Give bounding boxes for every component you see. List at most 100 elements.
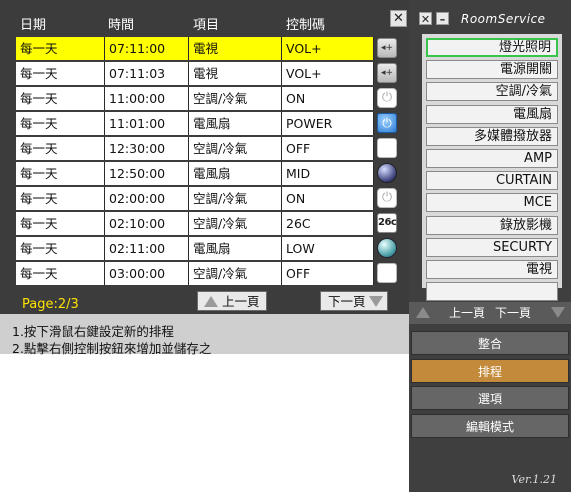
cell-code: VOL+ bbox=[282, 37, 374, 60]
device-next-button[interactable]: 下一頁 bbox=[490, 302, 571, 324]
menu-button[interactable]: 整合 bbox=[411, 331, 569, 355]
device-button[interactable]: 多媒體撥放器 bbox=[426, 126, 558, 146]
cell-item: 空調/冷氣 bbox=[189, 212, 282, 235]
minimize-icon[interactable]: – bbox=[436, 12, 449, 26]
room-service-titlebar: ✕ – RoomService bbox=[409, 10, 571, 30]
power-icon: ⏻ bbox=[377, 188, 397, 208]
cell-time: 02:00:00 bbox=[105, 187, 189, 210]
menu-button[interactable]: 排程 bbox=[411, 358, 569, 383]
cell-item: 空調/冷氣 bbox=[189, 87, 282, 110]
vol-icon: ◂+ bbox=[377, 63, 397, 83]
header-time: 時間 bbox=[108, 18, 135, 33]
down-arrow-icon bbox=[551, 307, 565, 318]
cell-code: MID bbox=[282, 162, 374, 185]
device-button[interactable]: CURTAIN bbox=[426, 171, 558, 191]
device-button[interactable] bbox=[426, 282, 558, 302]
device-button[interactable]: 電視 bbox=[426, 260, 558, 279]
device-button[interactable]: 燈光照明 bbox=[426, 38, 558, 57]
cell-date: 每一天 bbox=[16, 187, 105, 210]
control-icon-cell[interactable]: ⏻ bbox=[374, 187, 404, 210]
control-icon-cell[interactable] bbox=[374, 237, 404, 260]
close-icon[interactable]: ✕ bbox=[419, 12, 432, 26]
cell-item: 空調/冷氣 bbox=[189, 137, 282, 160]
table-row[interactable]: 每一天 11:01:00 電風扇 POWER ⏻ bbox=[16, 112, 404, 135]
cell-date: 每一天 bbox=[16, 262, 105, 285]
low-icon bbox=[377, 238, 397, 258]
menu-button[interactable]: 編輯模式 bbox=[411, 413, 569, 438]
cell-time: 11:01:00 bbox=[105, 112, 189, 135]
cell-date: 每一天 bbox=[16, 112, 105, 135]
device-button[interactable]: MCE bbox=[426, 193, 558, 213]
cell-item: 空調/冷氣 bbox=[189, 187, 282, 210]
off-icon bbox=[377, 138, 397, 158]
up-arrow-icon bbox=[204, 296, 218, 307]
device-pager: 上一頁 下一頁 bbox=[409, 302, 571, 324]
cell-code: 26C bbox=[282, 212, 374, 235]
header-code: 控制碼 bbox=[286, 18, 326, 33]
schedule-table: 每一天 07:11:00 電視 VOL+ ◂+ 每一天 07:11:03 電視 VOL+ ◂+ 每一… bbox=[16, 37, 404, 287]
off-icon bbox=[377, 263, 397, 283]
cell-item: 電視 bbox=[189, 37, 282, 60]
mid-icon bbox=[377, 163, 397, 183]
cell-code: LOW bbox=[282, 237, 374, 260]
temp-icon: 26c bbox=[377, 213, 397, 233]
instructions: 1.按下滑鼠右鍵設定新的排程 2.點擊右側控制按鈕來增加並儲存之 bbox=[0, 314, 409, 356]
device-button[interactable]: SECURTY bbox=[426, 237, 558, 257]
device-list: 燈光照明電源開關 空調/冷氣 電風扇 多媒體撥放器 AMP CURTAIN MCE 錄放影機 S… bbox=[422, 34, 562, 302]
table-row[interactable]: 每一天 02:11:00 電風扇 LOW bbox=[16, 237, 404, 260]
cell-time: 12:30:00 bbox=[105, 137, 189, 160]
cell-time: 02:11:00 bbox=[105, 237, 189, 260]
power-icon: ⏻ bbox=[377, 88, 397, 108]
cell-item: 空調/冷氣 bbox=[189, 262, 282, 285]
cell-item: 電視 bbox=[189, 62, 282, 85]
close-button[interactable]: ✕ bbox=[390, 10, 407, 27]
cell-date: 每一天 bbox=[16, 237, 105, 260]
table-row[interactable]: 每一天 07:11:03 電視 VOL+ ◂+ bbox=[16, 62, 404, 85]
cell-code: POWER bbox=[282, 112, 374, 135]
device-button[interactable]: 錄放影機 bbox=[426, 215, 558, 235]
cell-date: 每一天 bbox=[16, 137, 105, 160]
device-button[interactable]: 電源開關 bbox=[426, 60, 558, 80]
table-row[interactable]: 每一天 02:00:00 空調/冷氣 ON ⏻ bbox=[16, 187, 404, 210]
schedule-header: 日期 時間 項目 控制碼 bbox=[0, 10, 409, 33]
control-icon-cell[interactable]: ⏻ bbox=[374, 112, 404, 135]
header-item: 項目 bbox=[193, 18, 220, 33]
device-button[interactable]: 空調/冷氣 bbox=[426, 82, 558, 102]
down-arrow-icon bbox=[369, 296, 383, 307]
device-prev-label: 上一頁 bbox=[449, 306, 486, 320]
instruction-2: 2.點擊右側控制按鈕來增加並儲存之 bbox=[12, 341, 212, 356]
prev-page-button[interactable]: 上一頁 bbox=[197, 291, 267, 311]
cell-time: 07:11:00 bbox=[105, 37, 189, 60]
control-icon-cell[interactable] bbox=[374, 262, 404, 285]
table-row[interactable]: 每一天 11:00:00 空調/冷氣 ON ⏻ bbox=[16, 87, 404, 110]
cell-time: 12:50:00 bbox=[105, 162, 189, 185]
next-page-label: 下一頁 bbox=[328, 294, 366, 309]
cell-code: ON bbox=[282, 87, 374, 110]
control-icon-cell[interactable]: ◂+ bbox=[374, 62, 404, 85]
schedule-panel: 日期 時間 項目 控制碼 ✕ 每一天 07:11:00 電視 VOL+ ◂+ 每一天 07:… bbox=[0, 0, 409, 314]
table-row[interactable]: 每一天 03:00:00 空調/冷氣 OFF bbox=[16, 262, 404, 285]
control-icon-cell[interactable]: ◂+ bbox=[374, 37, 404, 60]
cell-date: 每一天 bbox=[16, 62, 105, 85]
cell-code: OFF bbox=[282, 137, 374, 160]
control-icon-cell[interactable] bbox=[374, 137, 404, 160]
control-icon-cell[interactable] bbox=[374, 162, 404, 185]
table-row[interactable]: 每一天 12:30:00 空調/冷氣 OFF bbox=[16, 137, 404, 160]
table-row[interactable]: 每一天 02:10:00 空調/冷氣 26C 26c bbox=[16, 212, 404, 235]
cell-date: 每一天 bbox=[16, 37, 105, 60]
device-button[interactable]: 電風扇 bbox=[426, 104, 558, 124]
prev-page-label: 上一頁 bbox=[222, 294, 260, 309]
menu-button[interactable]: 選項 bbox=[411, 386, 569, 410]
next-page-button[interactable]: 下一頁 bbox=[320, 291, 388, 311]
cell-time: 11:00:00 bbox=[105, 87, 189, 110]
header-date: 日期 bbox=[20, 18, 47, 33]
cell-date: 每一天 bbox=[16, 87, 105, 110]
device-button[interactable]: AMP bbox=[426, 149, 558, 168]
control-icon-cell[interactable]: ⏻ bbox=[374, 87, 404, 110]
table-row[interactable]: 每一天 12:50:00 電風扇 MID bbox=[16, 162, 404, 185]
control-icon-cell[interactable]: 26c bbox=[374, 212, 404, 235]
table-row[interactable]: 每一天 07:11:00 電視 VOL+ ◂+ bbox=[16, 37, 404, 60]
power-blue-icon: ⏻ bbox=[377, 113, 397, 133]
device-prev-button[interactable]: 上一頁 bbox=[409, 302, 489, 324]
cell-code: ON bbox=[282, 187, 374, 210]
